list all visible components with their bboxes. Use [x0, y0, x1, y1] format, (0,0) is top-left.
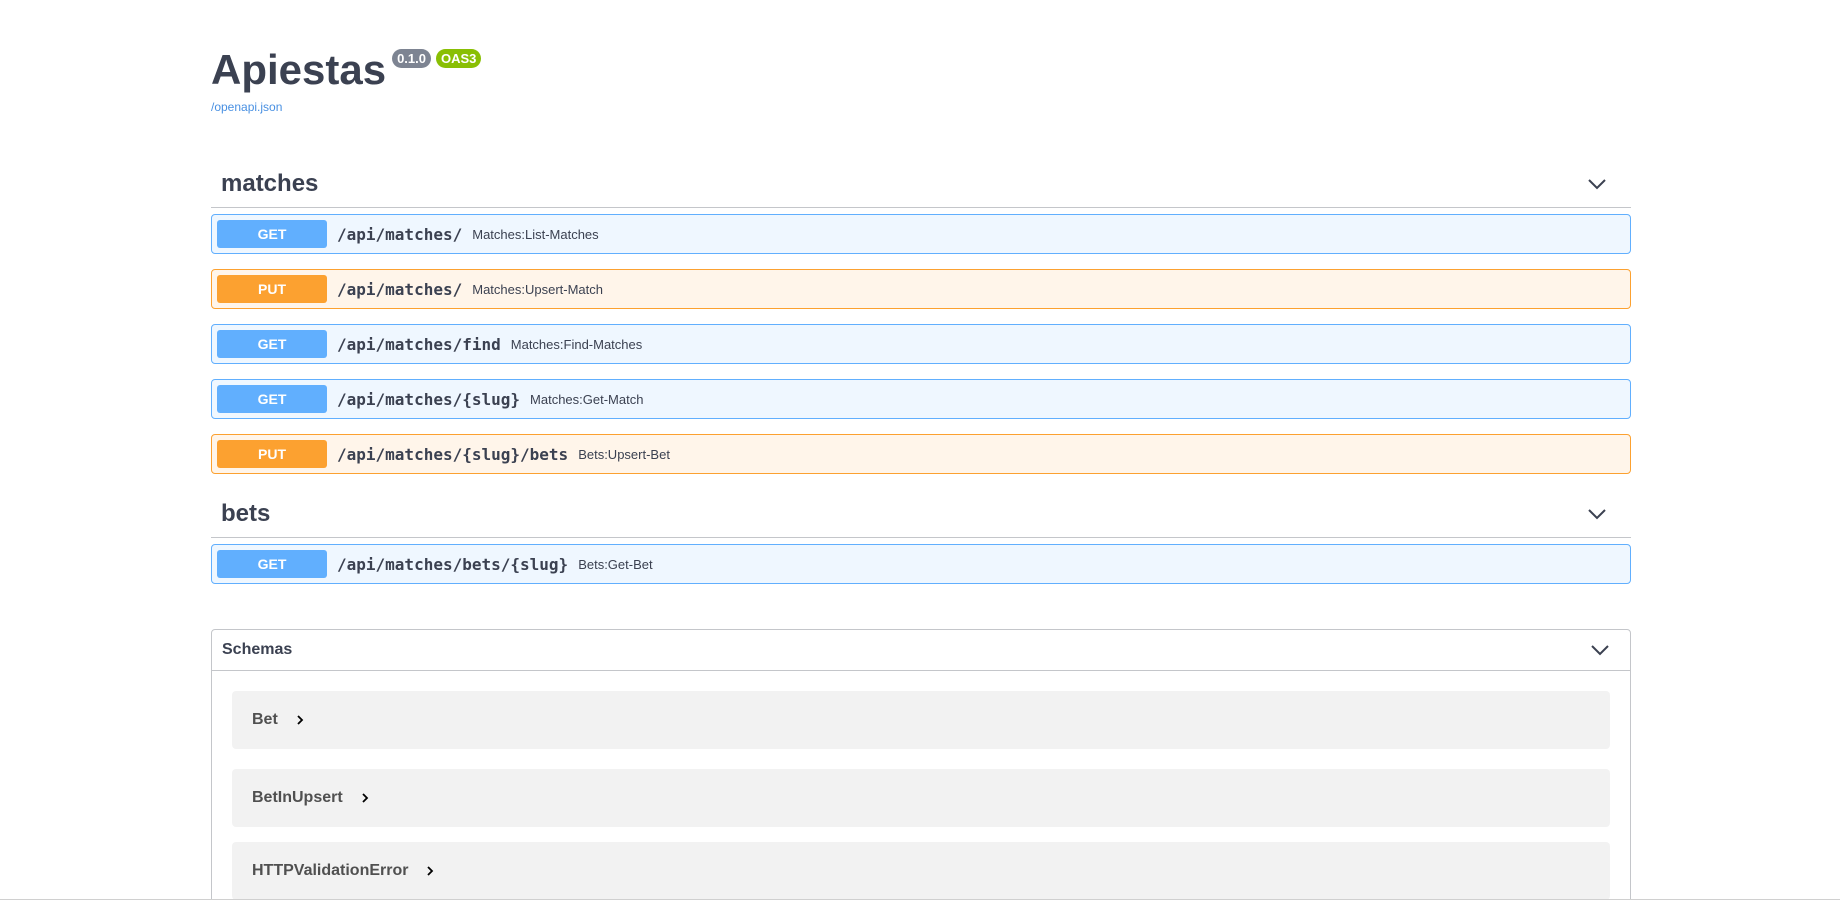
oas-badge: OAS3 — [436, 49, 482, 68]
schemas-title: Schemas — [222, 641, 293, 658]
method-badge: GET — [217, 330, 327, 358]
chevron-right-icon[interactable] — [424, 865, 436, 877]
model-name: Bet — [252, 711, 278, 728]
operation-path: /api/matches/{slug} — [337, 389, 521, 409]
operation-summary: Matches:Get-Match — [530, 391, 644, 407]
method-badge: PUT — [217, 275, 327, 303]
operation-path: /api/matches/{slug}/bets — [337, 444, 569, 464]
method-badge: PUT — [217, 440, 327, 468]
swagger-ui-page: Apiestas 0.1.0 OAS3 /openapi.json matche… — [0, 0, 1840, 900]
tag-name: matches — [221, 169, 319, 197]
operation-put-upsert-match[interactable]: PUT /api/matches/ Matches:Upsert-Match — [211, 269, 1631, 309]
api-title: Apiestas — [211, 46, 387, 93]
method-badge: GET — [217, 220, 327, 248]
model-http-validation-error[interactable]: HTTPValidationError — [232, 842, 1610, 900]
tag-name: bets — [221, 499, 271, 527]
model-bet[interactable]: Bet — [232, 691, 1610, 749]
operation-get-list-matches[interactable]: GET /api/matches/ Matches:List-Matches — [211, 214, 1631, 254]
operation-summary: Bets:Upsert-Bet — [578, 446, 670, 462]
tag-header-bets[interactable]: bets — [211, 490, 1631, 538]
chevron-right-icon[interactable] — [359, 792, 371, 804]
schemas-section: Schemas Bet BetInUpsert HTTPValidationEr… — [211, 629, 1631, 900]
operation-summary: Matches:Upsert-Match — [472, 281, 603, 297]
model-name: HTTPValidationError — [252, 862, 409, 879]
operation-summary: Bets:Get-Bet — [578, 556, 653, 572]
model-bet-in-upsert[interactable]: BetInUpsert — [232, 769, 1610, 827]
operation-get-bet[interactable]: GET /api/matches/bets/{slug} Bets:Get-Be… — [211, 544, 1631, 584]
schemas-header[interactable]: Schemas — [212, 630, 1630, 671]
operation-summary: Matches:Find-Matches — [510, 336, 643, 352]
method-badge: GET — [217, 550, 327, 578]
tag-header-matches[interactable]: matches — [211, 160, 1631, 208]
chevron-down-icon[interactable] — [1587, 174, 1607, 194]
operation-path: /api/matches/ — [337, 224, 463, 244]
title-row: Apiestas 0.1.0 OAS3 — [211, 46, 482, 94]
operation-get-match[interactable]: GET /api/matches/{slug} Matches:Get-Matc… — [211, 379, 1631, 419]
method-badge: GET — [217, 385, 327, 413]
api-info: Apiestas 0.1.0 OAS3 /openapi.json — [211, 46, 482, 114]
operation-path: /api/matches/ — [337, 279, 463, 299]
model-name: BetInUpsert — [252, 789, 343, 806]
operation-put-upsert-bet[interactable]: PUT /api/matches/{slug}/bets Bets:Upsert… — [211, 434, 1631, 474]
chevron-right-icon[interactable] — [294, 714, 306, 726]
version-badge: 0.1.0 — [392, 49, 431, 68]
operation-get-find-matches[interactable]: GET /api/matches/find Matches:Find-Match… — [211, 324, 1631, 364]
operation-summary: Matches:List-Matches — [472, 226, 599, 242]
operation-path: /api/matches/find — [337, 334, 501, 354]
openapi-json-link[interactable]: /openapi.json — [211, 100, 481, 114]
chevron-down-icon[interactable] — [1590, 640, 1610, 660]
operation-path: /api/matches/bets/{slug} — [337, 554, 569, 574]
chevron-down-icon[interactable] — [1587, 504, 1607, 524]
